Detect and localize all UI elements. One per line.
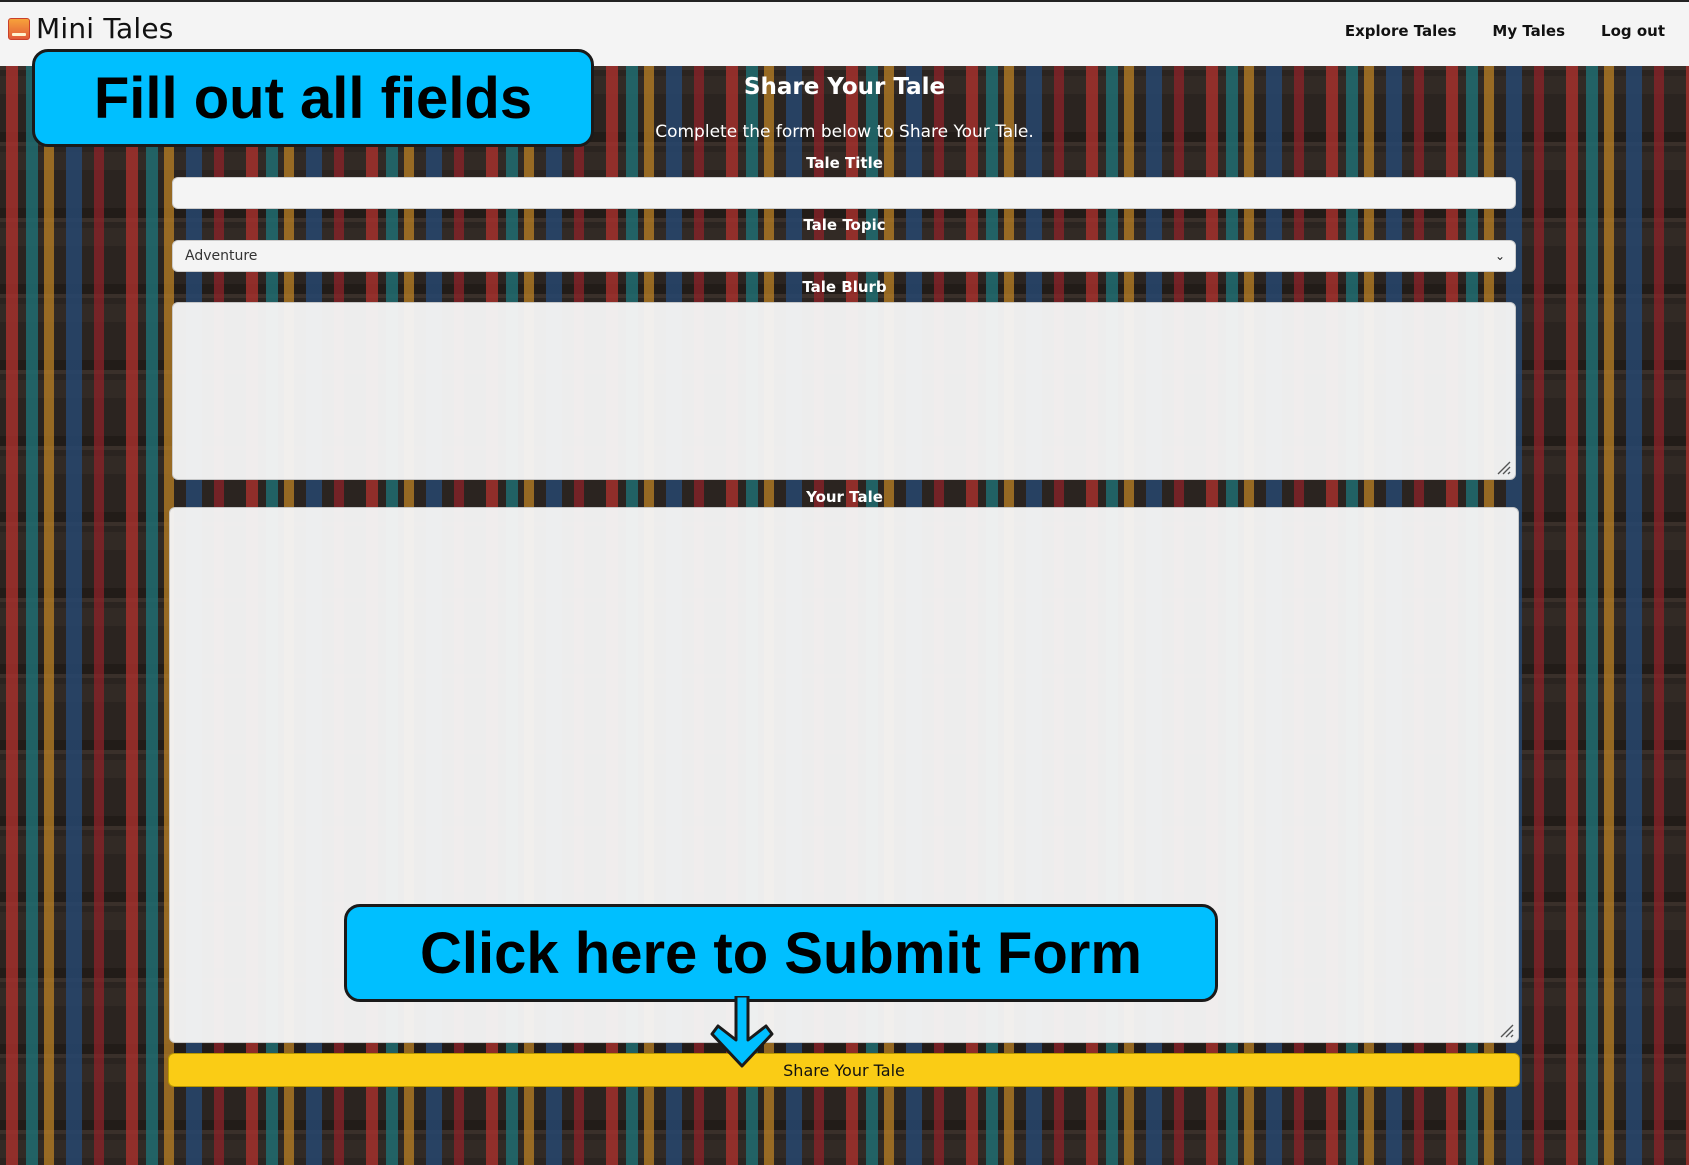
nav-log-out[interactable]: Log out xyxy=(1601,22,1665,40)
arrow-down-icon xyxy=(710,996,774,1068)
tale-title-input[interactable] xyxy=(172,177,1516,209)
tale-topic-select[interactable]: Adventure ⌄ xyxy=(172,240,1516,272)
tale-topic-value: Adventure xyxy=(185,248,258,264)
nav-links: Explore Tales My Tales Log out xyxy=(1345,22,1665,40)
nav-explore-tales[interactable]: Explore Tales xyxy=(1345,22,1457,40)
chevron-down-icon: ⌄ xyxy=(1494,249,1505,263)
your-tale-label: Your Tale xyxy=(806,488,883,506)
nav-my-tales[interactable]: My Tales xyxy=(1492,22,1565,40)
tale-topic-label: Tale Topic xyxy=(803,216,886,234)
share-tale-button[interactable]: Share Your Tale xyxy=(168,1053,1520,1087)
submit-callout: Click here to Submit Form xyxy=(344,904,1218,1002)
tale-blurb-textarea[interactable] xyxy=(172,302,1516,480)
resize-grip-icon[interactable] xyxy=(1495,459,1511,475)
resize-grip-icon[interactable] xyxy=(1498,1022,1514,1038)
tale-title-label: Tale Title xyxy=(806,154,883,172)
tale-blurb-label: Tale Blurb xyxy=(802,278,887,296)
brand[interactable]: Mini Tales xyxy=(8,12,174,45)
book-icon xyxy=(8,17,30,40)
fill-fields-callout: Fill out all fields xyxy=(32,49,594,147)
brand-name: Mini Tales xyxy=(36,12,174,45)
